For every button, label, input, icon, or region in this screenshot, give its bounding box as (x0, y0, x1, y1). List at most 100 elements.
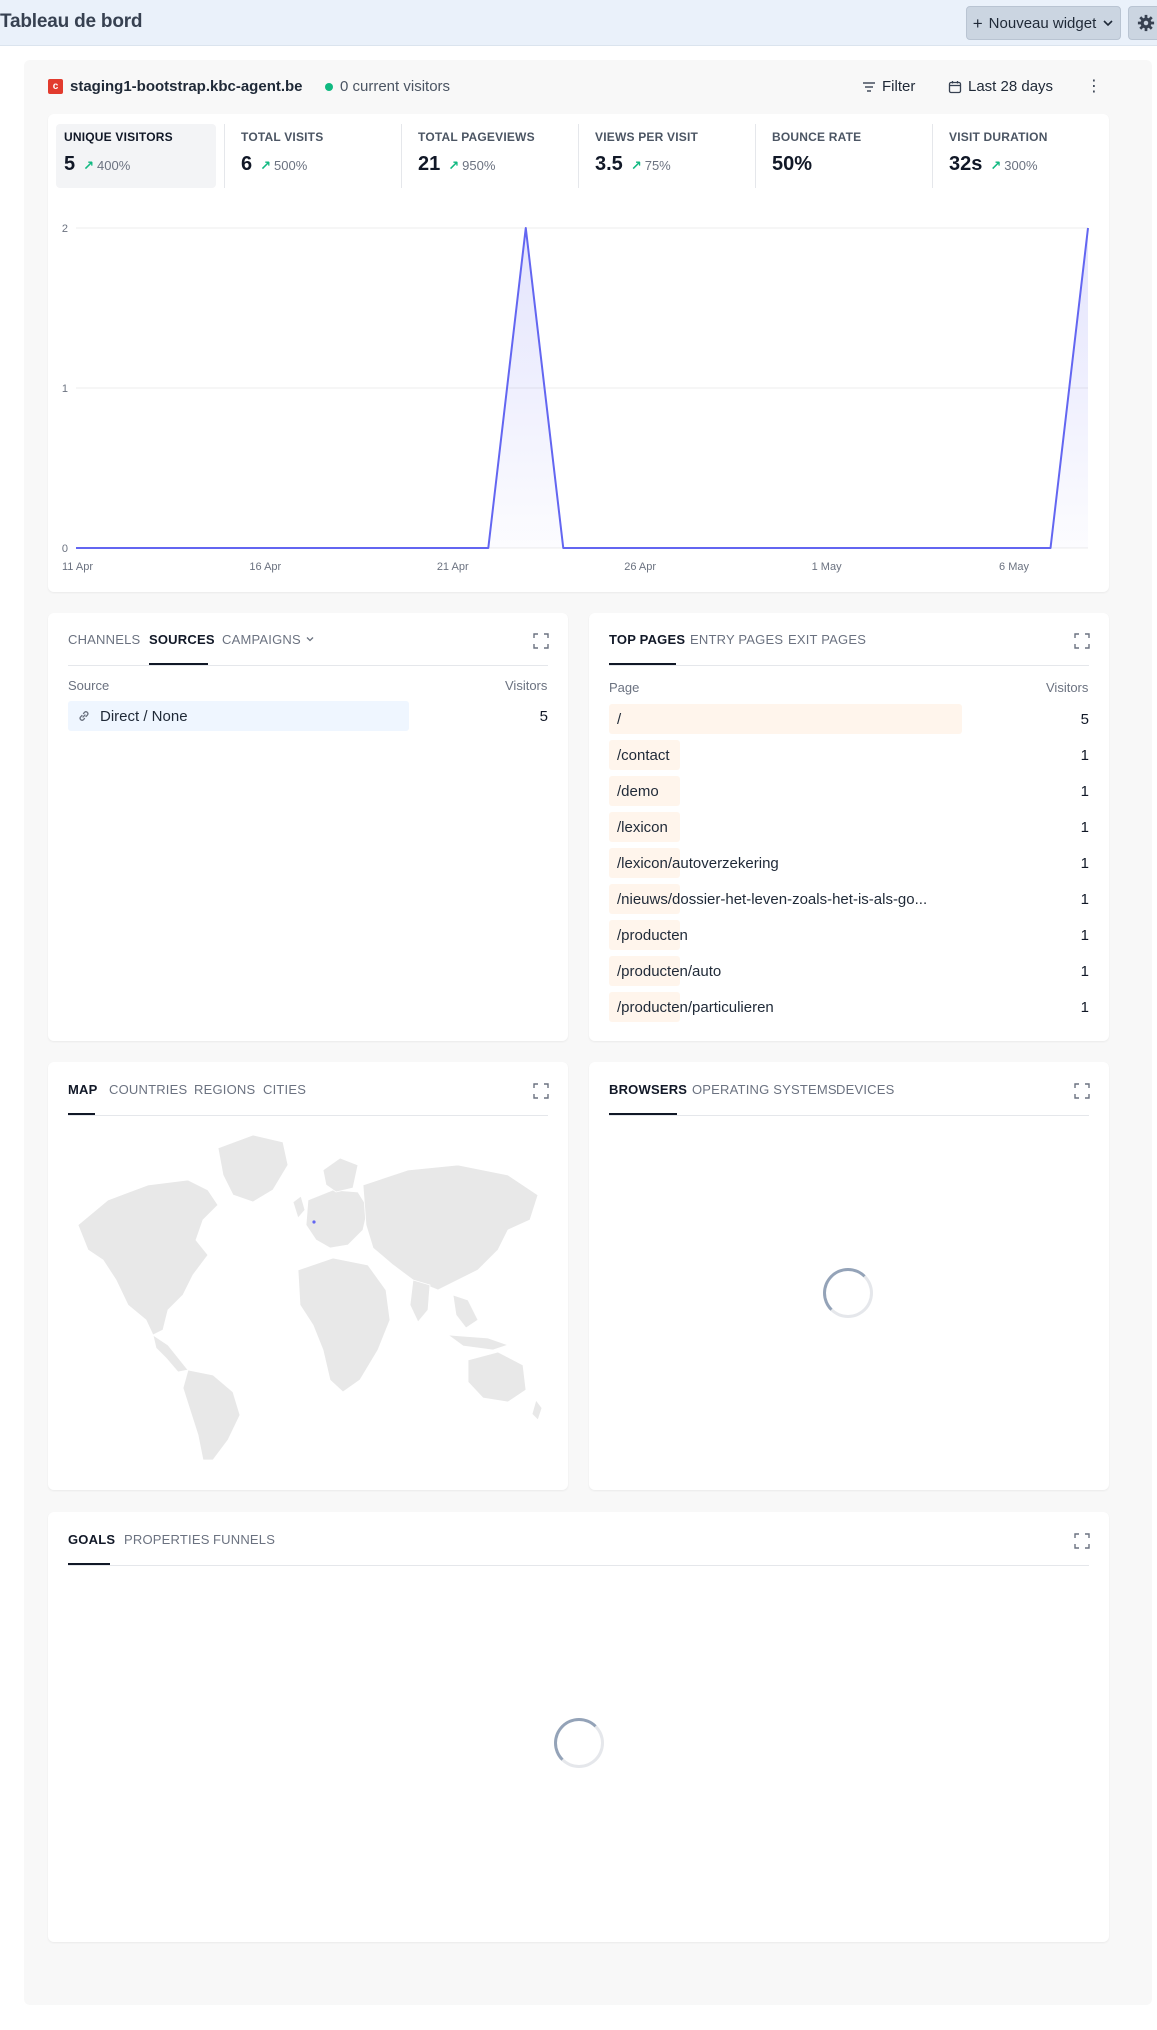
row-label: Direct / None (100, 708, 188, 725)
filter-button[interactable]: Filter (862, 78, 915, 95)
y-tick-label: 0 (62, 543, 68, 555)
tab-sources[interactable]: SOURCES (149, 632, 215, 647)
tab-funnels[interactable]: FUNNELS (213, 1532, 275, 1547)
live-indicator-icon (325, 83, 333, 91)
site-name[interactable]: staging1-bootstrap.kbc-agent.be (70, 78, 303, 95)
expand-icon[interactable] (1074, 1083, 1090, 1099)
visitors-chart[interactable]: 0 1 2 11 Apr 16 Apr 21 Apr 26 Apr 1 May 6 May (48, 200, 1109, 585)
page-row[interactable] (609, 740, 1089, 770)
tab-properties[interactable]: PROPERTIES (124, 1532, 210, 1547)
top-bar: Tableau de bord + Nouveau widget (0, 0, 1157, 46)
row-value: 1 (1080, 963, 1089, 980)
metric-divider (224, 124, 225, 188)
row-label: /producten/auto (617, 963, 722, 980)
metric-views-per-visit[interactable]: VIEWS PER VISIT 3.5 ↗ 75% (595, 130, 698, 194)
chevron-down-icon (306, 637, 314, 642)
column-header-visitors: Visitors (1046, 680, 1089, 695)
site-favicon: c (48, 79, 63, 94)
loading-spinner-icon (823, 1268, 873, 1318)
tab-cities[interactable]: CITIES (263, 1082, 306, 1097)
tab-map[interactable]: MAP (68, 1082, 98, 1097)
date-range-button[interactable]: Last 28 days (948, 78, 1053, 95)
loading-spinner-icon (554, 1718, 604, 1768)
metric-value: 5 (64, 153, 76, 175)
link-icon (79, 711, 89, 721)
tab-entry-pages[interactable]: ENTRY PAGES (690, 632, 783, 647)
row-label: /producten/particulieren (617, 999, 774, 1016)
row-label: /lexicon/autoverzekering (617, 855, 779, 872)
metric-divider (401, 124, 402, 188)
metric-change: 300% (1004, 158, 1038, 173)
metric-divider (578, 124, 579, 188)
more-options-icon[interactable]: ⋮ (1086, 76, 1102, 96)
tab-operating-systems[interactable]: OPERATING SYSTEMS (692, 1082, 837, 1097)
row-value: 5 (539, 708, 548, 725)
arrow-up-right-icon: ↗ (448, 158, 460, 173)
row-value: 1 (1080, 891, 1089, 908)
row-value: 5 (1080, 711, 1089, 728)
world-map[interactable] (68, 1130, 548, 1470)
active-tab-underline (68, 1563, 110, 1565)
metric-total-pageviews[interactable]: TOTAL PAGEVIEWS 21 ↗ 950% (418, 130, 535, 194)
row-value: 1 (1080, 747, 1089, 764)
tab-devices[interactable]: DEVICES (836, 1082, 894, 1097)
settings-button[interactable] (1128, 6, 1157, 40)
tab-goals[interactable]: GOALS (68, 1532, 115, 1547)
row-value: 1 (1080, 927, 1089, 944)
arrow-up-right-icon: ↗ (83, 158, 95, 173)
tab-countries[interactable]: COUNTRIES (109, 1082, 187, 1097)
page-row[interactable] (609, 776, 1089, 806)
tab-browsers[interactable]: BROWSERS (609, 1082, 687, 1097)
active-tab-underline (149, 663, 208, 665)
locations-tabbar: MAP COUNTRIES REGIONS CITIES (68, 1082, 548, 1116)
sources-card (48, 613, 568, 1041)
y-tick-label: 2 (62, 223, 68, 235)
x-tick-label: 16 Apr (249, 561, 281, 573)
chevron-down-icon (1103, 20, 1113, 27)
row-value: 1 (1080, 999, 1089, 1016)
metric-divider (755, 124, 756, 188)
column-header-page: Page (609, 680, 640, 695)
metric-total-visits[interactable]: TOTAL VISITS 6 ↗ 500% (241, 130, 323, 194)
row-label: /producten (617, 927, 688, 944)
expand-icon[interactable] (533, 633, 549, 649)
x-tick-label: 6 May (999, 561, 1029, 573)
metric-value: 21 (418, 153, 441, 175)
pages-tabbar: TOP PAGES ENTRY PAGES EXIT PAGES (609, 632, 1089, 666)
metric-label: VIEWS PER VISIT (595, 130, 699, 144)
metric-visit-duration[interactable]: VISIT DURATION 32s ↗ 300% (949, 130, 1048, 194)
page-row[interactable] (609, 812, 1089, 842)
gear-icon (1137, 14, 1155, 32)
expand-icon[interactable] (1074, 633, 1090, 649)
metric-value: 50% (772, 153, 813, 175)
map-visitor-marker (312, 1220, 316, 1224)
tab-exit-pages[interactable]: EXIT PAGES (788, 632, 866, 647)
goals-tabbar: GOALS PROPERTIES FUNNELS (68, 1532, 1089, 1566)
new-widget-label: Nouveau widget (988, 14, 1097, 32)
metric-label: BOUNCE RATE (772, 130, 862, 144)
metric-unique-visitors[interactable]: UNIQUE VISITORS 5 ↗ 400% (64, 130, 173, 194)
page-row[interactable] (609, 704, 1089, 734)
new-widget-button[interactable]: + Nouveau widget (966, 6, 1121, 40)
metric-bounce-rate[interactable]: BOUNCE RATE 50% (772, 130, 861, 194)
current-visitors[interactable]: 0 current visitors (340, 78, 450, 95)
column-header-visitors: Visitors (505, 678, 548, 693)
active-tab-underline (68, 1113, 95, 1115)
tab-campaigns[interactable]: CAMPAIGNS (222, 632, 315, 647)
metric-change: 400% (97, 158, 131, 173)
arrow-up-right-icon: ↗ (630, 158, 642, 173)
tab-top-pages[interactable]: TOP PAGES (609, 632, 685, 647)
expand-icon[interactable] (533, 1083, 549, 1099)
expand-icon[interactable] (1074, 1533, 1090, 1549)
x-tick-label: 21 Apr (437, 561, 469, 573)
active-tab-underline (609, 663, 676, 665)
active-tab-underline (609, 1113, 677, 1115)
y-tick-label: 1 (62, 383, 68, 395)
devices-tabbar: BROWSERS OPERATING SYSTEMS DEVICES (609, 1082, 1089, 1116)
row-label: /nieuws/dossier-het-leven-zoals-het-is-a… (617, 891, 928, 908)
tab-regions[interactable]: REGIONS (194, 1082, 255, 1097)
row-label: /contact (617, 747, 670, 764)
calendar-icon (948, 80, 962, 93)
tab-channels[interactable]: CHANNELS (68, 632, 140, 647)
metric-change: 500% (274, 158, 308, 173)
